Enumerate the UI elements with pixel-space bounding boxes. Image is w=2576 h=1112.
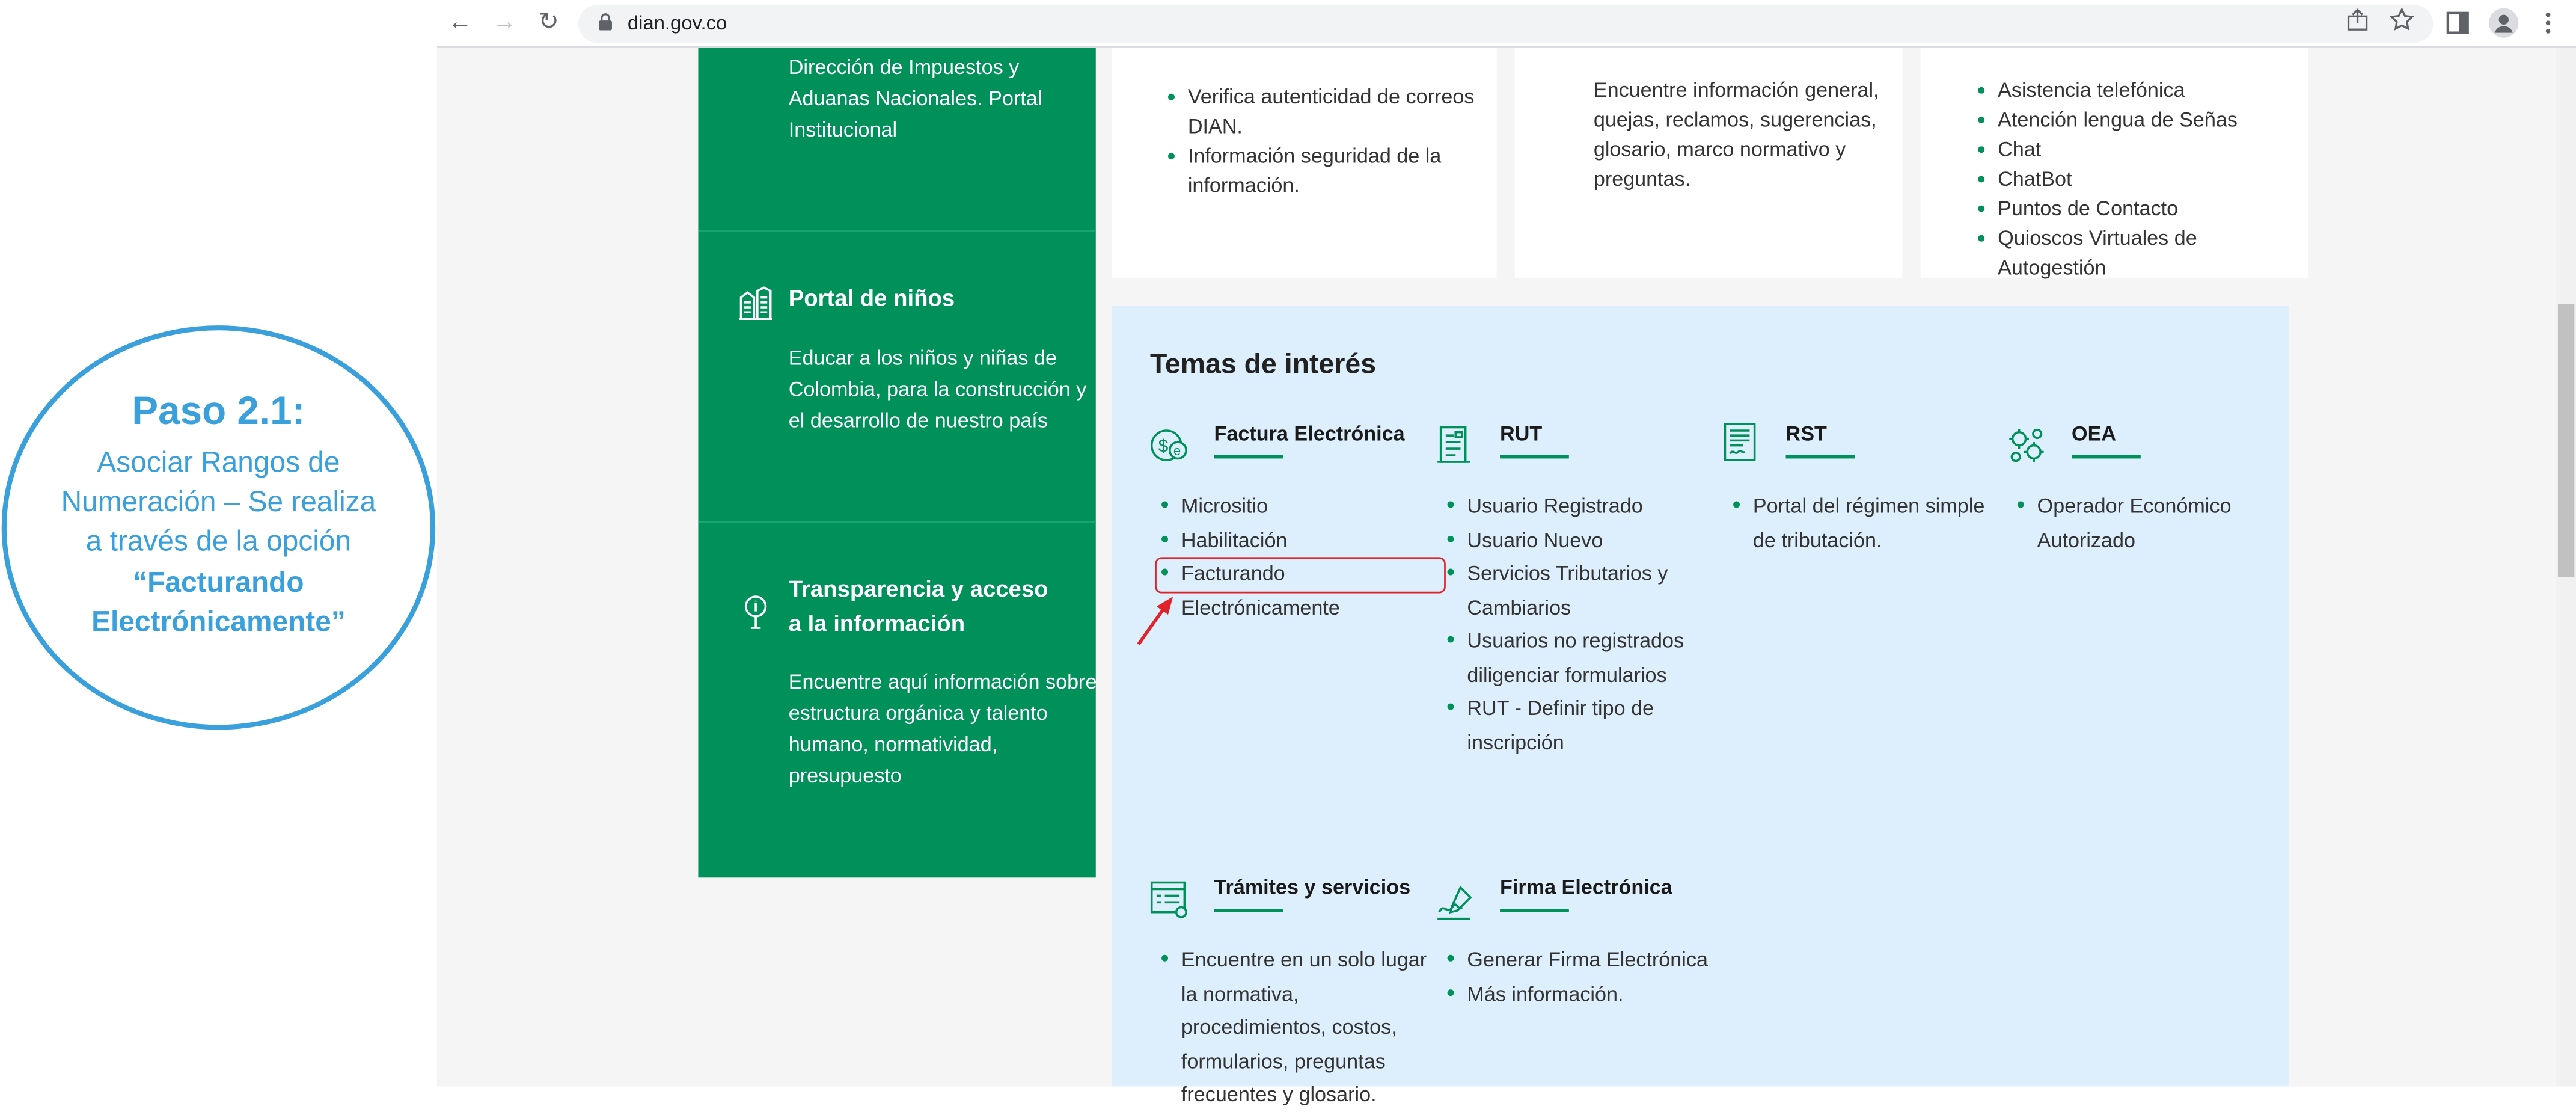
title-line: a la información (788, 609, 965, 636)
rut-document-icon (1437, 426, 1470, 463)
info-card-atencion: Asistencia telefónica Atención lengua de… (1920, 48, 2308, 280)
title-underline (1214, 455, 1283, 459)
tramites-description[interactable]: Encuentre en un solo lugar la normativa,… (1158, 944, 1448, 1112)
list-item[interactable]: Quioscos Virtuales de Autogestión (1975, 224, 2304, 283)
text-line: glosario, marco normativo y (1593, 138, 1846, 161)
link-generar-firma[interactable]: Generar Firma Electrónica (1444, 944, 1724, 977)
forward-icon[interactable]: → (488, 8, 521, 38)
info-card-correos: Verifica autenticidad de correos DIAN. I… (1112, 48, 1497, 278)
oea-title[interactable]: OEA (2072, 422, 2116, 445)
title-underline (1500, 455, 1569, 459)
callout-title: Paso 2.1: (132, 389, 305, 434)
text-line: presupuesto (788, 764, 902, 788)
red-arrow-annotation (1137, 597, 1173, 645)
text-line: Numeración – Se realiza (61, 485, 376, 518)
text-line: Dirección de Impuestos y (788, 55, 1020, 79)
firma-title[interactable]: Firma Electrónica (1500, 876, 1672, 899)
reload-icon[interactable]: ↻ (532, 8, 565, 38)
portal-ninos-title[interactable]: Portal de niños (789, 281, 955, 315)
text-line: humano, normatividad, (788, 733, 998, 757)
link-operador-economico[interactable]: Operador Económico Autorizado (2014, 490, 2244, 557)
svg-text:$: $ (1158, 437, 1169, 456)
text-line: Asociar Rangos de (97, 445, 340, 479)
back-icon[interactable]: ← (444, 8, 477, 38)
url-text: dian.gov.co (627, 11, 727, 35)
text-line: Electrónicamente” (91, 604, 346, 638)
list-item[interactable]: Asistencia telefónica (1975, 76, 2304, 105)
info-card-general: Encuentre información general, quejas, r… (1514, 48, 1903, 278)
list-item[interactable]: ChatBot (1975, 164, 2304, 194)
side-panel-icon[interactable] (2443, 8, 2473, 38)
factura-electronica-title[interactable]: Factura Electrónica (1214, 422, 1405, 445)
rst-form-icon (1724, 423, 1756, 461)
scrollbar-thumb[interactable] (2557, 304, 2575, 577)
portal-ninos-text: Educar a los niños y niñas de Colombia, … (789, 343, 1087, 437)
portal-institucional-text: Dirección de Impuestos y Aduanas Naciona… (789, 52, 1042, 146)
share-icon[interactable] (2345, 7, 2371, 33)
link-servicios-tributarios[interactable]: Servicios Tributarios y Cambiarios (1444, 557, 1690, 624)
text-line: el desarrollo de nuestro país (788, 409, 1048, 432)
oea-gears-icon (2009, 428, 2044, 462)
highlight-box (1155, 557, 1446, 594)
magnifier-info-icon (744, 595, 767, 629)
title-underline (1785, 455, 1855, 459)
text-line: a través de la opción (85, 524, 352, 558)
rst-title[interactable]: RST (1786, 422, 1827, 445)
green-divider (698, 521, 1096, 523)
text-line: Encuentre información general, (1593, 79, 1879, 102)
title-underline (1214, 909, 1283, 912)
temas-title: Temas de interés (1149, 348, 1377, 380)
transparencia-title[interactable]: Transparencia y acceso a la información (789, 572, 1048, 641)
text-line: preguntas. (1593, 167, 1691, 191)
link-micrositio[interactable]: Micrositio (1158, 490, 1446, 523)
text-line: Educar a los niños y niñas de (788, 346, 1057, 370)
link-usuario-nuevo[interactable]: Usuario Nuevo (1444, 523, 1690, 557)
list-item[interactable]: Información seguridad de la información. (1165, 141, 1494, 200)
rut-title[interactable]: RUT (1500, 422, 1542, 445)
link-rut-tipo-inscripcion[interactable]: RUT - Definir tipo de inscripción (1444, 692, 1690, 760)
link-regimen-simple[interactable]: Portal del régimen simple de tributación… (1730, 490, 2013, 557)
list-item[interactable]: Puntos de Contacto (1975, 194, 2304, 223)
text-line: Colombia, para la construcción y (788, 378, 1087, 401)
link-usuario-registrado[interactable]: Usuario Registrado (1444, 490, 1690, 523)
list-item[interactable]: Verifica autenticidad de correos DIAN. (1165, 82, 1494, 141)
building-icon (739, 286, 772, 320)
title-line: Transparencia y acceso (788, 575, 1048, 602)
factura-electronica-icon: $ e (1150, 429, 1187, 461)
text-line: Encuentre aquí información sobre (788, 670, 1097, 694)
title-underline (2072, 455, 2141, 459)
more-menu-icon[interactable] (2533, 8, 2563, 38)
firma-signature-icon (1437, 885, 1472, 920)
callout-body: Asociar Rangos de Numeración – Se realiz… (13, 442, 424, 561)
transparencia-text: Encuentre aquí información sobre estruct… (789, 668, 1097, 793)
green-divider (698, 230, 1096, 232)
screenshot-stage: ← → ↻ dian.gov.co Dirección de Impuestos… (0, 0, 2576, 1106)
profile-avatar-icon[interactable] (2489, 8, 2519, 38)
link-mas-informacion[interactable]: Más información. (1444, 977, 1724, 1011)
bookmark-star-icon[interactable] (2388, 7, 2415, 33)
callout-highlight-option: “Facturando Electrónicamente” (13, 562, 424, 641)
lock-icon (599, 13, 612, 31)
tramites-title[interactable]: Trámites y servicios (1214, 876, 1411, 899)
svg-text:e: e (1173, 443, 1181, 458)
tramites-form-icon (1150, 881, 1187, 918)
text-line: quejas, reclamos, sugerencias, (1593, 108, 1877, 132)
text-line: Institucional (788, 118, 898, 142)
link-usuarios-no-registrados[interactable]: Usuarios no registrados diligenciar form… (1444, 624, 1690, 692)
address-bar[interactable]: dian.gov.co (578, 5, 2434, 43)
text-line: Aduanas Nacionales. Portal (788, 87, 1042, 111)
link-habilitacion[interactable]: Habilitación (1158, 523, 1446, 557)
list-item[interactable]: Chat (1975, 135, 2304, 164)
text-line: “Facturando (133, 565, 304, 598)
text-line: estructura orgánica y talento (788, 701, 1048, 725)
list-item[interactable]: Atención lengua de Señas (1975, 105, 2304, 135)
title-underline (1500, 909, 1569, 912)
